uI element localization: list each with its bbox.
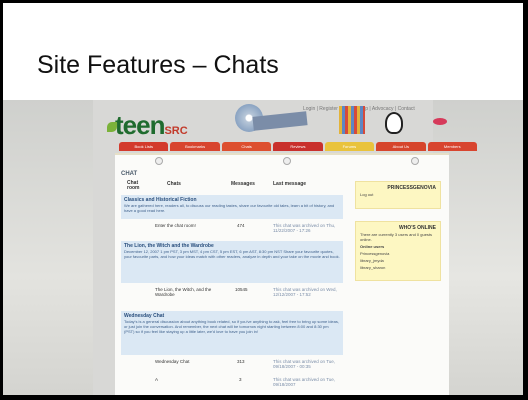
- chat-room-link[interactable]: The Lion, the Witch, and the Wardrobe: [155, 287, 225, 297]
- slide-title: Site Features – Chats: [37, 51, 279, 79]
- chat-row: Enter the chat room! 474 This chat was a…: [121, 223, 343, 237]
- message-count: 313: [237, 359, 245, 364]
- whos-online-box: WHO'S ONLINE There are currently 3 users…: [355, 221, 441, 281]
- site-logo[interactable]: teenSRC: [107, 110, 188, 141]
- header-chats: Chats: [167, 181, 181, 187]
- nav-item[interactable]: Members: [427, 142, 477, 151]
- chat-category[interactable]: Wednesday Chat Today's is a general disc…: [121, 311, 343, 355]
- logout-link[interactable]: Log out: [356, 191, 440, 198]
- main-nav: Book Lists Bookmarks Chats Reviews Forums Abo…: [119, 142, 477, 151]
- online-users-label: Online users: [360, 244, 385, 249]
- ring-icon: [155, 157, 163, 165]
- chat-room-link[interactable]: Wednesday Chat: [155, 359, 225, 364]
- lips-icon: [433, 118, 447, 125]
- chat-row: The Lion, the Witch, and the Wardrobe 10…: [121, 287, 343, 305]
- chat-row: A 3 This chat was archived on Tue, 09/18…: [121, 377, 343, 391]
- chat-room-link[interactable]: A: [155, 377, 225, 382]
- ring-icon: [411, 157, 419, 165]
- username: PRINCESSGENOVIA: [387, 185, 436, 191]
- last-message: This chat was archived on Thu, 11/22/200…: [273, 223, 336, 233]
- pencils-icon: [339, 106, 365, 134]
- chat-category[interactable]: Classics and Historical Fiction We are g…: [121, 195, 343, 219]
- header-last: Last message: [273, 181, 307, 187]
- online-user[interactable]: library_sharon: [356, 264, 440, 271]
- chat-room-link[interactable]: Enter the chat room!: [155, 223, 225, 228]
- presentation-slide: Site Features – Chats Login | Register |…: [3, 3, 523, 395]
- chat-table-header: Chat room Chats Messages Last message: [121, 181, 343, 193]
- whos-online-title: WHO'S ONLINE: [398, 225, 436, 231]
- binder-rings: [115, 157, 449, 165]
- header-messages: Messages: [231, 181, 255, 187]
- user-box: PRINCESSGENOVIA Log out: [355, 181, 441, 209]
- online-desc: There are currently 3 users and 0 guests…: [360, 232, 433, 242]
- last-message: This chat was archived on Tue, 09/18/200…: [273, 359, 336, 369]
- header-room: Chat room: [127, 180, 140, 191]
- nav-item[interactable]: Forums: [324, 142, 375, 151]
- nav-item[interactable]: Reviews: [273, 142, 323, 151]
- nav-item[interactable]: Chats: [221, 142, 272, 151]
- face-icon: [385, 112, 403, 134]
- category-desc: December 12, 2007 1 pm PST, 3 pm MST, 4 …: [124, 249, 340, 259]
- nav-item[interactable]: Bookmarks: [170, 142, 220, 151]
- background-left: [3, 100, 93, 395]
- chat-row: Wednesday Chat 313 This chat was archive…: [121, 359, 343, 373]
- content-panel: CHAT Chat room Chats Messages Last messa…: [115, 153, 449, 395]
- category-desc: We are gathered here, readers all, to di…: [124, 203, 335, 213]
- message-count: 10545: [235, 287, 248, 292]
- logo-sub-text: SRC: [164, 125, 188, 137]
- chat-category[interactable]: The Lion, the Witch and the Wardrobe Dec…: [121, 241, 343, 283]
- online-user[interactable]: library_jmyda: [356, 257, 440, 264]
- leaf-icon: [107, 122, 117, 132]
- nav-item[interactable]: About Us: [376, 142, 426, 151]
- category-desc: Today's is a general discussion about an…: [124, 319, 339, 334]
- chat-heading: CHAT: [121, 171, 138, 177]
- last-message: This chat was archived on Wed, 12/12/200…: [273, 287, 337, 297]
- website-screenshot: Login | Register | Links | Help | Advoca…: [3, 100, 523, 395]
- online-user[interactable]: Princessgenovia: [356, 250, 440, 257]
- message-count: 474: [237, 223, 245, 228]
- nav-item[interactable]: Book Lists: [119, 142, 169, 151]
- ring-icon: [283, 157, 291, 165]
- last-message: This chat was archived on Tue, 09/18/200…: [273, 377, 336, 387]
- logo-main-text: teen: [115, 110, 165, 140]
- message-count: 3: [239, 377, 242, 382]
